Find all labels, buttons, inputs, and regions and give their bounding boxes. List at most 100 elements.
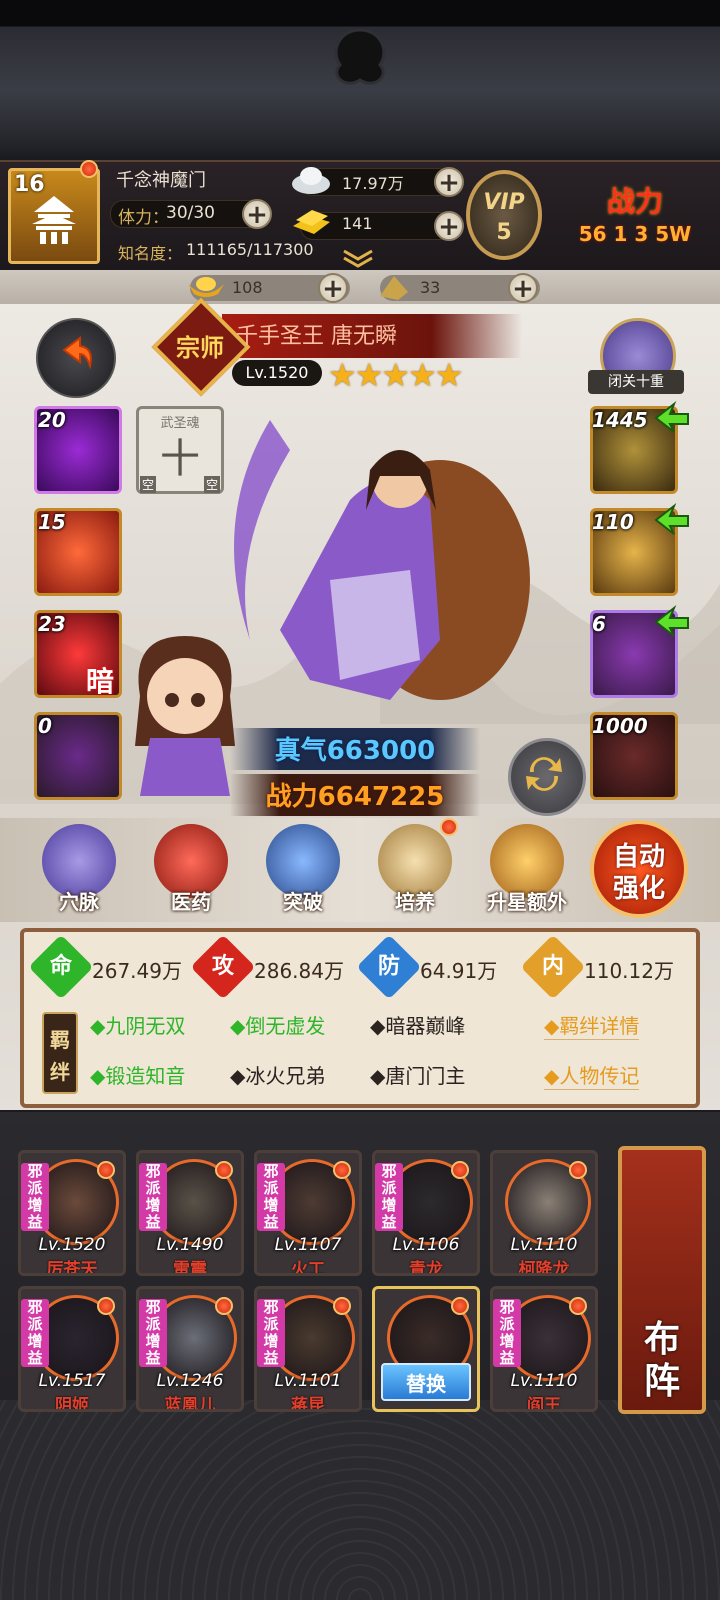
defense-stat-char: 防 <box>377 954 400 979</box>
equip-slot-1-count: 1445 <box>592 408 648 432</box>
soul-slot-right: 空 <box>204 476 221 493</box>
token-value: 33 <box>420 278 441 297</box>
add-ingot-button[interactable]: + <box>318 273 348 303</box>
bond-tag-bottom: 绊 <box>50 1060 70 1084</box>
bond-item: ◆九阴无双 <box>90 1014 186 1038</box>
hero-level: Lv.1110 <box>510 1235 578 1255</box>
hero-name: 阎王 <box>527 1396 561 1412</box>
internal-stat-char: 内 <box>541 954 564 979</box>
add-silver-button[interactable]: + <box>434 167 464 197</box>
breakthrough-label: 突破 <box>283 890 323 914</box>
silver-value: 17.97万 <box>342 174 404 193</box>
faction-tag: 邪派增益 <box>21 1299 49 1367</box>
add-stamina-button[interactable]: + <box>242 199 272 229</box>
faction-tag: 邪派增益 <box>375 1163 403 1231</box>
hero-name: 青龙 <box>409 1260 443 1276</box>
hero-name: 阴姬 <box>55 1396 89 1412</box>
power-value: 56 1 3 5W <box>578 222 692 246</box>
notification-dot <box>333 1297 351 1315</box>
notification-dot <box>97 1161 115 1179</box>
notification-dot <box>97 1297 115 1315</box>
add-gold-button[interactable]: + <box>434 211 464 241</box>
hero-name: 雷震 <box>173 1260 207 1276</box>
hero-name: 厉苍天 <box>46 1260 98 1276</box>
rank-badge-text: 宗师 <box>176 334 224 362</box>
train-notification-dot <box>440 818 458 836</box>
equip-slot-3-count: 6 <box>592 612 606 636</box>
equip-slot-2-count: 110 <box>592 510 634 534</box>
fame-value: 111165/117300 <box>186 240 314 259</box>
bond-item: ◆冰火兄弟 <box>230 1064 326 1088</box>
hero-card[interactable]: 邪派增益 Lv.1246 蓝凰儿 <box>136 1286 244 1412</box>
hero-card[interactable]: 替换 <box>372 1286 480 1412</box>
hero-card[interactable]: 邪派增益 Lv.1490 雷震 <box>136 1150 244 1276</box>
upgrade-arrow-icon <box>654 400 689 433</box>
player-level: 16 <box>14 172 45 197</box>
notification-dot <box>215 1297 233 1315</box>
stamina-value: 30/30 <box>166 203 215 223</box>
medicine-label: 医药 <box>171 890 211 914</box>
sect-name: 千念神魔门 <box>116 170 206 191</box>
star-upgrade-label: 升星额外 <box>487 890 567 914</box>
bond-details-link[interactable]: ◆羁绊详情 <box>544 1010 640 1040</box>
gold-value: 141 <box>342 214 373 233</box>
true-qi-value: 真气663000 <box>274 736 436 766</box>
hero-level: Lv.1517 <box>38 1371 106 1391</box>
hero-card[interactable]: 邪派增益 Lv.1101 蒋昆 <box>254 1286 362 1412</box>
hero-level: Lv.1107 <box>274 1235 342 1255</box>
hero-card[interactable]: Lv.1110 柯降龙 <box>490 1150 598 1276</box>
notification-dot <box>569 1161 587 1179</box>
hero-card[interactable]: 邪派增益 Lv.1107 火工 <box>254 1150 362 1276</box>
faction-tag: 邪派增益 <box>257 1163 285 1231</box>
hero-card[interactable]: 邪派增益 Lv.1106 青龙 <box>372 1150 480 1276</box>
vip-badge[interactable] <box>466 170 542 260</box>
notification-dot <box>451 1297 469 1315</box>
skill-slot-2-count: 15 <box>38 510 66 534</box>
chevron-down-icon[interactable] <box>340 248 376 268</box>
ingot-value: 108 <box>232 278 263 297</box>
ingot-icon <box>188 277 224 297</box>
faction-tag: 邪派增益 <box>21 1163 49 1231</box>
hero-name: 柯降龙 <box>518 1260 570 1276</box>
refresh-icon <box>526 757 562 791</box>
bond-item: ◆倒无虚发 <box>230 1014 326 1038</box>
biography-link[interactable]: ◆人物传记 <box>544 1060 640 1090</box>
hero-level: Lv.1101 <box>274 1371 342 1391</box>
hero-card[interactable]: 邪派增益 Lv.1517 阴姬 <box>18 1286 126 1412</box>
gold-icon <box>293 210 330 234</box>
faction-tag: 邪派增益 <box>139 1299 167 1367</box>
train-label: 培养 <box>395 890 435 914</box>
skill-slot-3-count: 23 <box>38 612 66 636</box>
hp-stat-char: 命 <box>49 954 72 979</box>
fame-label: 知名度： <box>118 244 183 263</box>
add-token-button[interactable]: + <box>508 273 538 303</box>
equip-slot-4-count: 1000 <box>592 714 648 738</box>
notification-dot <box>215 1161 233 1179</box>
hero-card[interactable]: 邪派增益 Lv.1520 厉苍天 <box>18 1150 126 1276</box>
vip-level: 5 <box>496 220 512 245</box>
bond-tag-top: 羁 <box>50 1028 70 1052</box>
meridian-label: 穴脉 <box>59 890 99 914</box>
attack-stat-value: 286.84万 <box>254 959 344 983</box>
notification-dot <box>333 1161 351 1179</box>
hero-level: Lv.1106 <box>392 1235 460 1255</box>
skill-slot-3-char: 暗 <box>86 665 115 698</box>
meditation-label: 闭关十重 <box>588 370 684 394</box>
bond-item: ◆暗器巅峰 <box>370 1014 466 1038</box>
hero-title: 千手圣王 唐无瞬 <box>236 324 397 349</box>
currency-strip <box>0 270 720 304</box>
internal-stat-value: 110.12万 <box>584 959 674 983</box>
replace-hero-button[interactable]: 替换 <box>381 1363 471 1401</box>
formation-line2: 阵 <box>643 1361 680 1402</box>
faction-tag: 邪派增益 <box>257 1299 285 1367</box>
power-label: 战力 <box>606 185 663 218</box>
bond-item: ◆锻造知音 <box>90 1064 186 1088</box>
hero-card[interactable]: 邪派增益 Lv.1110 阎王 <box>490 1286 598 1412</box>
hero-level: Lv.1246 <box>156 1371 224 1391</box>
roof-ornament-icon <box>334 28 386 85</box>
hp-stat-value: 267.49万 <box>92 959 182 983</box>
upgrade-arrow-icon <box>654 502 689 535</box>
hero-level: Lv.1110 <box>510 1371 578 1391</box>
notification-dot <box>569 1297 587 1315</box>
vip-label: VIP <box>483 190 525 215</box>
